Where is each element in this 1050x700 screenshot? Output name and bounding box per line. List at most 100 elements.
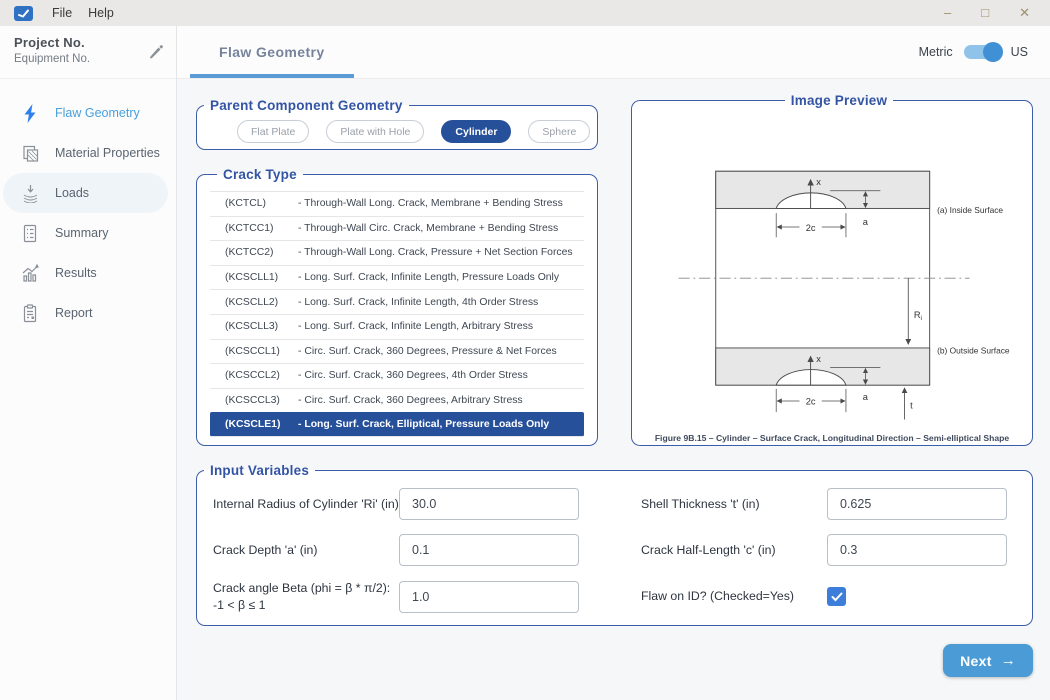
sidebar-item-label: Summary [55,226,108,240]
crack-desc: - Circ. Surf. Crack, 360 Degrees, 4th Or… [298,370,528,381]
summary-doc-icon [20,223,40,243]
sidebar-item-summary[interactable]: Summary [0,213,176,253]
diagram-a-bottom-label: a [863,392,869,402]
project-no-label: Project No. [14,35,90,50]
sidebar-item-flaw-geometry[interactable]: Flaw Geometry [0,93,176,133]
results-chart-icon [20,263,40,283]
crack-half-length-label: Crack Half-Length 'c' (in) [641,542,827,559]
titlebar: File Help – □ ✕ [0,0,1050,26]
diagram-a-top-label: a [863,217,869,227]
sidebar-item-material-properties[interactable]: Material Properties [0,133,176,173]
field-shell-thickness: Shell Thickness 't' (in) [641,488,1007,520]
flaw-on-id-checkbox[interactable] [827,587,846,606]
crack-type-row[interactable]: (KCSCCL2) - Circ. Surf. Crack, 360 Degre… [210,363,584,388]
sidebar: Project No. Equipment No. Flaw Geometry [0,26,177,700]
report-clipboard-icon [20,303,40,323]
main-header: Flaw Geometry Metric US [177,26,1050,79]
help-menu[interactable]: Help [80,6,122,20]
field-flaw-on-id: Flaw on ID? (Checked=Yes) [641,580,1007,613]
next-button-label: Next [960,653,992,669]
crack-code: (KCTCC2) [225,247,298,258]
crack-type-row[interactable]: (KCSCLL1) - Long. Surf. Crack, Infinite … [210,265,584,290]
crack-desc: - Long. Surf. Crack, Infinite Length, 4t… [298,297,538,308]
tab-flaw-geometry[interactable]: Flaw Geometry [219,44,325,60]
flaw-diagram: x a 2c (a) Inside Surface [646,148,1018,427]
image-preview-title: Image Preview [785,93,893,108]
crack-type-row[interactable]: (KCTCC1) - Through-Wall Circ. Crack, Mem… [210,216,584,241]
next-button[interactable]: Next → [943,644,1033,677]
field-crack-depth: Crack Depth 'a' (in) [213,534,579,566]
diagram-x-top-label: x [816,177,821,187]
crack-type-row[interactable]: (KCSCCL3) - Circ. Surf. Crack, 360 Degre… [210,388,584,413]
crack-depth-label: Crack Depth 'a' (in) [213,542,399,559]
crack-desc: - Long. Surf. Crack, Infinite Length, Pr… [298,272,559,283]
crack-code: (KCSCLL2) [225,297,298,308]
material-layers-icon [20,143,40,163]
project-header: Project No. Equipment No. [0,26,176,79]
shell-thickness-label: Shell Thickness 't' (in) [641,496,827,513]
crack-desc: - Long. Surf. Crack, Infinite Length, Ar… [298,321,533,332]
field-crack-half-length: Crack Half-Length 'c' (in) [641,534,1007,566]
diagram-inside-surface-label: (a) Inside Surface [937,205,1003,215]
input-variables-card: Input Variables Internal Radius of Cylin… [196,463,1033,626]
crack-type-row-selected[interactable]: (KCSCLE1) - Long. Surf. Crack, Elliptica… [210,412,584,437]
crack-type-card: Crack Type (KCTCL) - Through-Wall Long. … [196,167,598,446]
field-internal-radius: Internal Radius of Cylinder 'Ri' (in) [213,488,579,520]
tab-active-underline [190,74,354,78]
crack-type-row[interactable]: (KCSCCL1) - Circ. Surf. Crack, 360 Degre… [210,339,584,364]
crack-type-title: Crack Type [217,167,303,182]
crack-angle-beta-input[interactable] [399,581,579,613]
crack-code: (KCTCL) [225,198,298,209]
unit-toggle[interactable] [964,45,1000,59]
crack-desc: - Through-Wall Long. Crack, Membrane + B… [298,198,563,209]
sidebar-item-label: Report [55,306,93,320]
diagram-t-label: t [910,400,913,410]
app-logo-icon [14,6,33,21]
sidebar-item-results[interactable]: Results [0,253,176,293]
parent-geometry-title: Parent Component Geometry [204,98,409,113]
geometry-option-flat-plate[interactable]: Flat Plate [237,120,309,143]
geometry-option-cylinder[interactable]: Cylinder [441,120,511,143]
crack-type-row[interactable]: (KCSCLL3) - Long. Surf. Crack, Infinite … [210,314,584,339]
input-variables-title: Input Variables [204,463,315,478]
maximize-button[interactable]: □ [981,5,989,21]
parent-geometry-card: Parent Component Geometry Flat Plate Pla… [196,98,598,150]
lightning-icon [20,103,40,123]
sidebar-item-label: Material Properties [55,146,160,160]
crack-type-row[interactable]: (KCTCL) - Through-Wall Long. Crack, Memb… [210,191,584,216]
crack-code: (KCSCCL3) [225,395,298,406]
crack-code: (KCSCLE1) [225,419,298,430]
diagram-ri-sub-label: i [921,315,922,322]
crack-desc: - Circ. Surf. Crack, 360 Degrees, Arbitr… [298,395,523,406]
geometry-option-sphere[interactable]: Sphere [528,120,590,143]
sidebar-item-loads[interactable]: Loads [3,173,168,213]
toggle-knob [983,42,1003,62]
crack-half-length-input[interactable] [827,534,1007,566]
crack-depth-input[interactable] [399,534,579,566]
sidebar-item-label: Results [55,266,97,280]
sidebar-item-label: Flaw Geometry [55,106,140,120]
geometry-option-plate-with-hole[interactable]: Plate with Hole [326,120,424,143]
crack-code: (KCSCCL2) [225,370,298,381]
close-button[interactable]: ✕ [1019,5,1030,21]
minimize-button[interactable]: – [944,5,951,21]
diagram-2c-bottom-label: 2c [806,397,816,407]
file-menu[interactable]: File [44,6,80,20]
sidebar-nav: Flaw Geometry Material Properties Loads [0,79,176,333]
edit-pencil-icon[interactable] [147,43,164,78]
diagram-x-bottom-label: x [816,354,821,364]
crack-type-row[interactable]: (KCTCC2) - Through-Wall Long. Crack, Pre… [210,240,584,265]
crack-type-row[interactable]: (KCSCLL2) - Long. Surf. Crack, Infinite … [210,289,584,314]
crack-desc: - Circ. Surf. Crack, 360 Degrees, Pressu… [298,346,557,357]
sidebar-item-report[interactable]: Report [0,293,176,333]
internal-radius-input[interactable] [399,488,579,520]
field-crack-angle-beta: Crack angle Beta (phi = β * π/2): -1 < β… [213,580,579,613]
crack-desc: - Through-Wall Long. Crack, Pressure + N… [298,247,573,258]
load-arrow-icon [20,183,40,203]
internal-radius-label: Internal Radius of Cylinder 'Ri' (in) [213,496,399,513]
shell-thickness-input[interactable] [827,488,1007,520]
diagram-2c-top-label: 2c [806,223,816,233]
crack-code: (KCSCLL3) [225,321,298,332]
unit-metric-label: Metric [919,45,953,59]
arrow-right-icon: → [1001,652,1016,669]
